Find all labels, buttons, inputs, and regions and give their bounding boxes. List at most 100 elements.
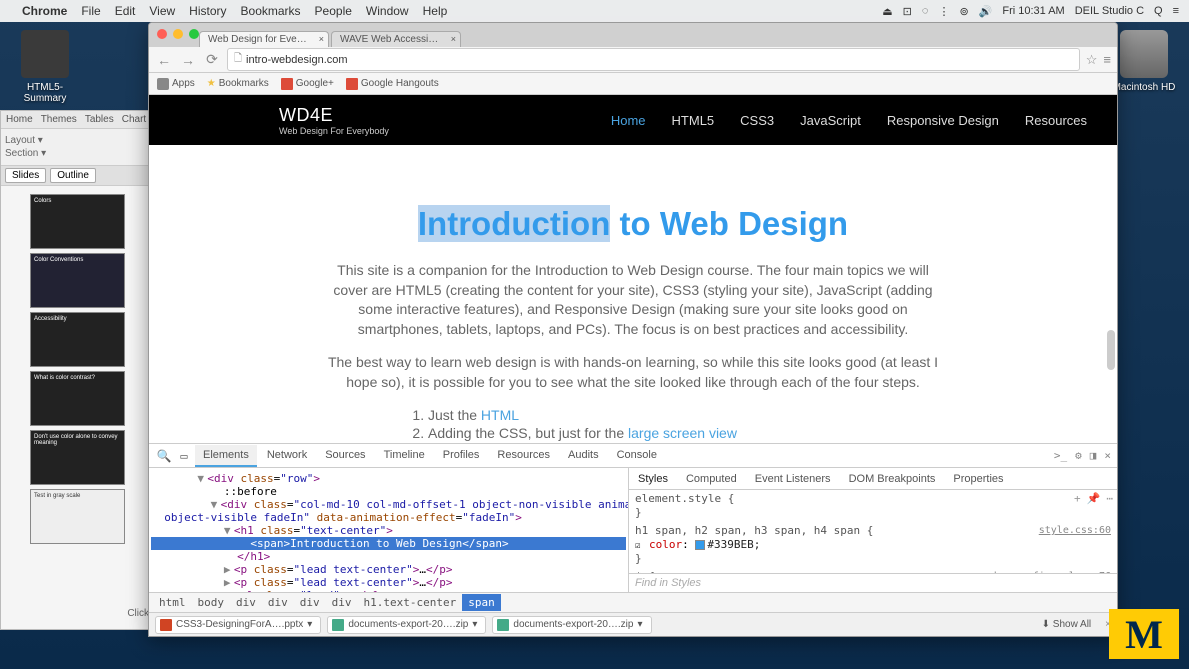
download-item[interactable]: CSS3-DesigningForA….pptx ▾ — [155, 616, 321, 634]
menu-view[interactable]: View — [149, 4, 175, 18]
back-button[interactable]: ← — [155, 52, 173, 68]
ppt-section-dropdown[interactable]: Section ▾ — [5, 148, 150, 159]
css-property[interactable]: ☑color: #339BEB; — [635, 538, 1111, 552]
devtools-tab-profiles[interactable]: Profiles — [435, 445, 488, 467]
bookmark-item[interactable]: Google Hangouts — [346, 78, 439, 90]
ppt-slide-thumb[interactable]: Accessibility — [30, 312, 125, 367]
ppt-slide-thumb[interactable]: What is color contrast? — [30, 371, 125, 426]
devtools-tab-console[interactable]: Console — [609, 445, 665, 467]
ppt-slide-thumb[interactable]: Color Conventions — [30, 253, 125, 308]
dom-line[interactable]: ::before — [151, 485, 626, 498]
volume-icon[interactable]: 🔊 — [979, 5, 993, 18]
checkbox-icon[interactable]: ☑ — [635, 539, 640, 553]
menu-help[interactable]: Help — [423, 4, 448, 18]
crumb[interactable]: h1.text-center — [358, 594, 463, 611]
ppt-slide-thumb[interactable]: Colors — [30, 194, 125, 249]
status-icon[interactable]: ◌ — [922, 5, 929, 17]
dom-line[interactable]: ▼<div class="col-md-10 col-md-offset-1 o… — [151, 498, 626, 524]
chrome-menu-icon[interactable]: ≡ — [1103, 52, 1111, 67]
ppt-tab-themes[interactable]: Themes — [41, 114, 77, 125]
minimize-window-button[interactable] — [173, 29, 183, 39]
close-devtools-icon[interactable]: × — [1104, 449, 1111, 462]
status-icon[interactable]: ⏏ — [882, 5, 892, 18]
styles-rules[interactable]: + 📌 ⋯ element.style { } style.css:60 h1 … — [629, 490, 1117, 573]
dom-line[interactable]: ▼<div class="row"> — [151, 472, 626, 485]
styles-tab-styles[interactable]: Styles — [635, 471, 671, 487]
dom-line[interactable]: ▶<p class="lead text-center">…</p> — [151, 576, 626, 589]
style-rule[interactable]: vendor-prefixes.less:76 * { -webkit-box-… — [635, 570, 1111, 573]
forward-button[interactable]: → — [179, 52, 197, 68]
dock-side-icon[interactable]: ◨ — [1090, 449, 1097, 462]
crumb[interactable]: div — [262, 594, 294, 611]
user-name[interactable]: DEIL Studio C — [1075, 5, 1144, 17]
link-large-screen[interactable]: large screen view — [628, 425, 737, 441]
devtools-tab-resources[interactable]: Resources — [489, 445, 558, 467]
menu-history[interactable]: History — [189, 4, 226, 18]
wifi-icon[interactable]: ⊚ — [959, 5, 968, 18]
browser-tab[interactable]: Web Design for Everyo× — [199, 31, 329, 47]
ppt-slide-panel[interactable]: Colors Color Conventions Accessibility W… — [1, 186, 154, 616]
ppt-slides-tab[interactable]: Slides — [5, 168, 46, 183]
dom-line[interactable]: </h1> — [151, 550, 626, 563]
close-tab-icon[interactable]: × — [319, 34, 324, 44]
menu-people[interactable]: People — [315, 4, 352, 18]
settings-gear-icon[interactable]: ⚙ — [1075, 449, 1082, 462]
console-drawer-icon[interactable]: >_ — [1054, 449, 1067, 462]
styles-tab-properties[interactable]: Properties — [950, 471, 1006, 487]
style-rule[interactable]: style.css:60 h1 span, h2 span, h3 span, … — [635, 524, 1111, 566]
crumb[interactable]: div — [294, 594, 326, 611]
status-icon[interactable]: ⋮ — [938, 5, 949, 18]
status-icon[interactable]: ⊡ — [903, 5, 912, 18]
dom-line[interactable]: ▶<p class="lead text-center">…</p> — [151, 563, 626, 576]
ppt-tab-tables[interactable]: Tables — [85, 114, 114, 125]
close-tab-icon[interactable]: × — [451, 34, 456, 44]
nav-css3[interactable]: CSS3 — [740, 113, 774, 128]
devtools-tab-sources[interactable]: Sources — [317, 445, 373, 467]
crumb[interactable]: body — [192, 594, 231, 611]
styles-tab-computed[interactable]: Computed — [683, 471, 740, 487]
styles-filter-input[interactable]: Find in Styles — [629, 573, 1117, 592]
bookmark-star-icon[interactable]: ☆ — [1086, 52, 1098, 68]
dom-tree[interactable]: ▼<div class="row"> ::before ▼<div class=… — [149, 468, 629, 592]
webpage-viewport[interactable]: WD4E Web Design For Everybody Home HTML5… — [149, 95, 1117, 443]
reload-button[interactable]: ⟳ — [203, 51, 221, 68]
ppt-slide-thumb[interactable]: Don't use color alone to convey meaning — [30, 430, 125, 485]
styles-tab-listeners[interactable]: Event Listeners — [752, 471, 834, 487]
rule-source[interactable]: style.css:60 — [1039, 524, 1111, 538]
spotlight-icon[interactable]: Q — [1154, 5, 1163, 17]
ppt-slide-thumb[interactable]: Test in gray scale — [30, 489, 125, 544]
inspect-icon[interactable]: 🔍 — [155, 449, 173, 463]
notifications-icon[interactable]: ≡ — [1173, 5, 1179, 17]
ppt-tab-charts[interactable]: Chart — [122, 114, 146, 125]
ppt-layout-dropdown[interactable]: Layout ▾ — [5, 135, 150, 146]
nav-responsive[interactable]: Responsive Design — [887, 113, 999, 128]
active-app[interactable]: Chrome — [22, 4, 67, 18]
zoom-window-button[interactable] — [189, 29, 199, 39]
bookmark-item[interactable]: Google+ — [281, 78, 334, 90]
link-html[interactable]: HTML — [481, 407, 519, 423]
devtools-tab-network[interactable]: Network — [259, 445, 315, 467]
clock[interactable]: Fri 10:31 AM — [1002, 5, 1064, 17]
devtools-tab-audits[interactable]: Audits — [560, 445, 607, 467]
powerpoint-window[interactable]: Home Themes Tables Chart Layout ▾ Sectio… — [0, 110, 155, 630]
desktop-drive[interactable]: Macintosh HD — [1109, 30, 1179, 93]
ppt-tab-home[interactable]: Home — [6, 114, 33, 125]
menu-bookmarks[interactable]: Bookmarks — [241, 4, 301, 18]
dom-line-selected[interactable]: <span>Introduction to Web Design</span> — [151, 537, 626, 550]
dom-line[interactable]: ▼<h1 class="text-center"> — [151, 524, 626, 537]
site-brand[interactable]: WD4E Web Design For Everybody — [279, 105, 389, 136]
crumb-active[interactable]: span — [462, 594, 501, 611]
show-all-downloads[interactable]: ⬇ Show All — [1042, 619, 1092, 630]
devtools-tab-timeline[interactable]: Timeline — [376, 445, 433, 467]
nav-html5[interactable]: HTML5 — [672, 113, 715, 128]
crumb[interactable]: html — [153, 594, 192, 611]
nav-resources[interactable]: Resources — [1025, 113, 1087, 128]
device-mode-icon[interactable]: ▭ — [175, 449, 193, 463]
rule-source[interactable]: vendor-prefixes.less:76 — [973, 570, 1111, 573]
devtools-tab-elements[interactable]: Elements — [195, 445, 257, 467]
address-bar[interactable]: 🗋 intro-webdesign.com — [227, 48, 1080, 71]
browser-tab[interactable]: WAVE Web Accessibility T× — [331, 31, 461, 47]
bookmark-item[interactable]: ★Bookmarks — [207, 78, 269, 89]
nav-home[interactable]: Home — [611, 113, 646, 128]
apps-button[interactable]: Apps — [157, 78, 195, 90]
